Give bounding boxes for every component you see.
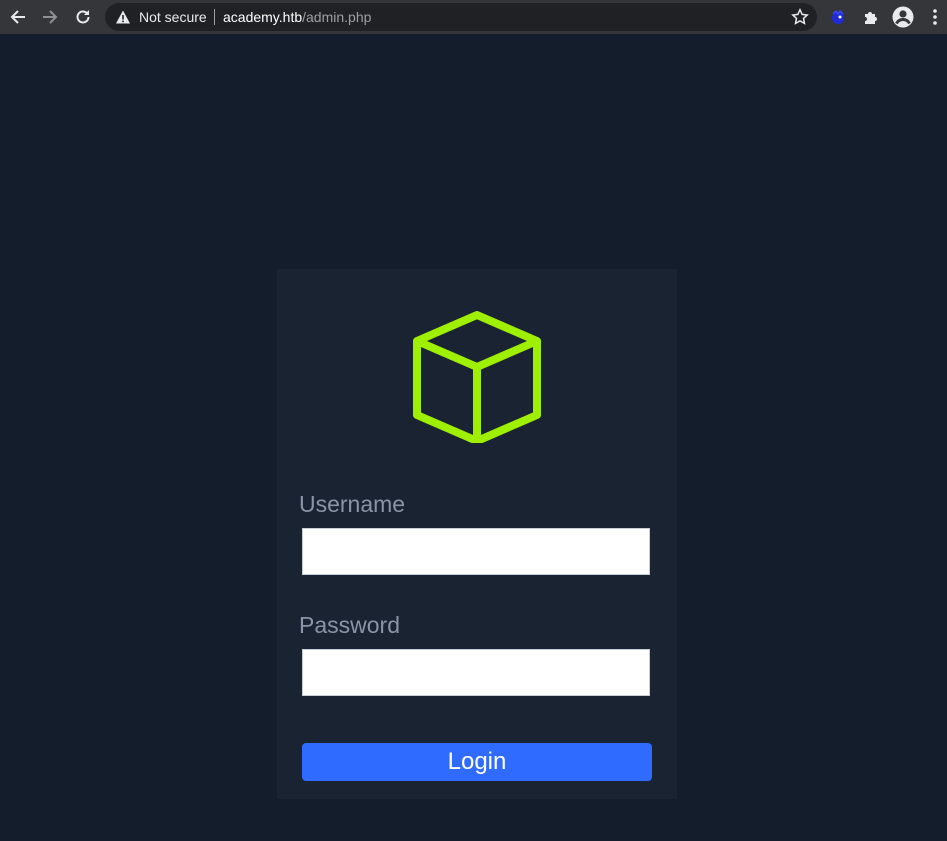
warning-icon[interactable] bbox=[115, 9, 131, 25]
puzzle-icon[interactable] bbox=[860, 6, 882, 28]
username-label: Username bbox=[299, 491, 406, 517]
reload-icon[interactable] bbox=[71, 5, 95, 29]
login-button[interactable]: Login bbox=[302, 743, 652, 781]
url-text[interactable]: academy.htb/admin.php bbox=[223, 9, 371, 25]
cube-icon bbox=[413, 311, 541, 443]
kebab-menu-icon[interactable] bbox=[924, 6, 946, 28]
browser-toolbar: Not secure academy.htb/admin.php bbox=[0, 0, 947, 34]
back-arrow-icon[interactable] bbox=[6, 5, 30, 29]
address-bar[interactable]: Not secure academy.htb/admin.php bbox=[105, 3, 817, 31]
divider bbox=[214, 9, 215, 25]
password-input[interactable] bbox=[302, 649, 650, 696]
login-card: Username Password Login bbox=[277, 269, 677, 799]
url-path: /admin.php bbox=[302, 9, 372, 25]
security-status[interactable]: Not secure bbox=[139, 9, 207, 25]
forward-arrow-icon[interactable] bbox=[38, 5, 62, 29]
url-host: academy.htb bbox=[223, 9, 303, 25]
star-icon[interactable] bbox=[791, 8, 809, 26]
extension-icon[interactable] bbox=[827, 6, 849, 28]
profile-icon[interactable] bbox=[892, 6, 914, 28]
password-label: Password bbox=[299, 612, 400, 638]
username-input[interactable] bbox=[302, 528, 650, 575]
